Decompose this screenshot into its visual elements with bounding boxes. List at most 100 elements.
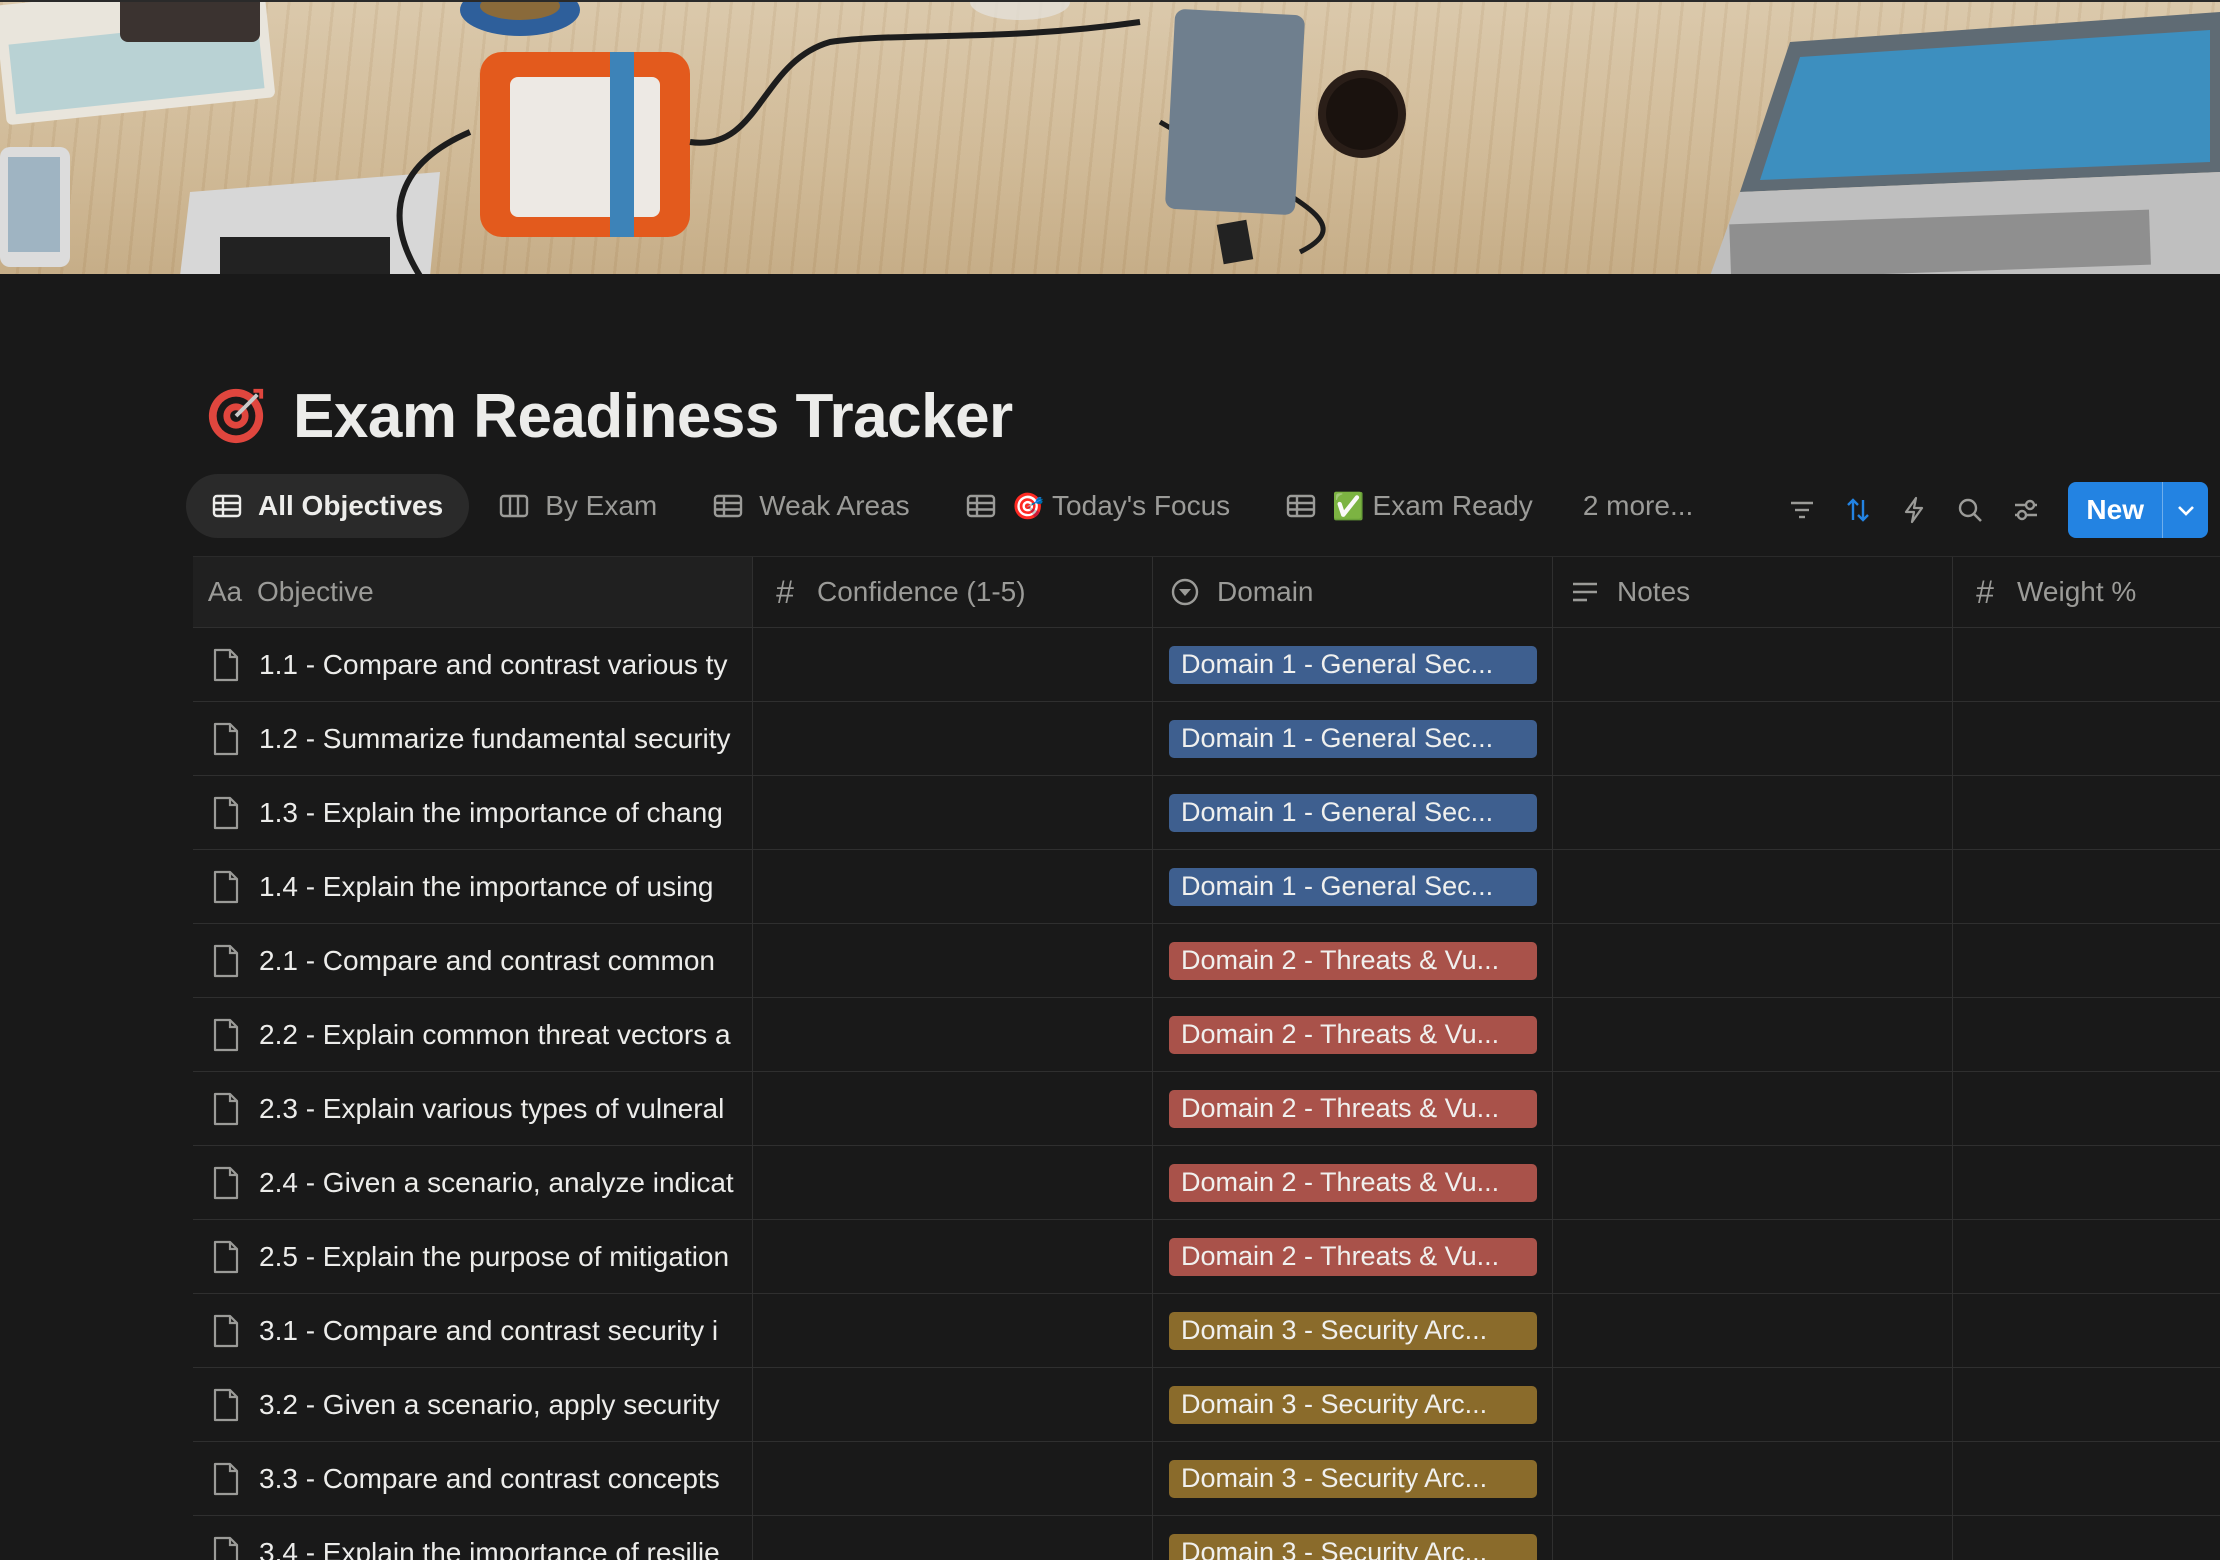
column-header-domain[interactable]: Domain [1153,557,1553,627]
cell-objective[interactable]: 2.5 - Explain the purpose of mitigation [193,1220,753,1293]
cell-objective[interactable]: 3.2 - Given a scenario, apply security [193,1368,753,1441]
cell-notes[interactable] [1553,1368,1953,1441]
table-row[interactable]: 1.3 - Explain the importance of chang Dom… [193,776,2220,850]
cell-domain[interactable]: Domain 3 - Security Arc... [1153,1368,1553,1441]
search-button[interactable] [1942,482,1998,538]
cell-weight[interactable] [1953,1220,2220,1293]
cell-weight[interactable] [1953,850,2220,923]
column-label: Objective [257,576,374,607]
table-row[interactable]: 2.1 - Compare and contrast common Domain … [193,924,2220,998]
target-icon[interactable] [205,385,267,447]
cell-notes[interactable] [1553,1220,1953,1293]
settings-button[interactable] [1998,482,2054,538]
cell-objective[interactable]: 2.1 - Compare and contrast common [193,924,753,997]
cell-weight[interactable] [1953,1442,2220,1515]
new-button-label[interactable]: New [2068,482,2162,538]
cell-confidence[interactable] [753,1516,1153,1560]
cell-domain[interactable]: Domain 3 - Security Arc... [1153,1294,1553,1367]
column-header-objective[interactable]: Aa Objective [193,557,753,627]
tab-by-exam[interactable]: By Exam [473,474,683,538]
cell-confidence[interactable] [753,998,1153,1071]
cell-notes[interactable] [1553,628,1953,701]
tab-weak-areas[interactable]: Weak Areas [687,474,935,538]
cell-domain[interactable]: Domain 3 - Security Arc... [1153,1516,1553,1560]
cell-notes[interactable] [1553,776,1953,849]
cell-confidence[interactable] [753,1072,1153,1145]
sort-button[interactable] [1830,482,1886,538]
cell-confidence[interactable] [753,1442,1153,1515]
cell-confidence[interactable] [753,924,1153,997]
table-row[interactable]: 3.3 - Compare and contrast concepts Domai… [193,1442,2220,1516]
table-row[interactable]: 3.2 - Given a scenario, apply security Do… [193,1368,2220,1442]
cell-notes[interactable] [1553,998,1953,1071]
cell-weight[interactable] [1953,1368,2220,1441]
page-title[interactable]: Exam Readiness Tracker [293,381,1013,452]
cell-confidence[interactable] [753,1220,1153,1293]
cell-domain[interactable]: Domain 2 - Threats & Vu... [1153,998,1553,1071]
cell-objective[interactable]: 3.3 - Compare and contrast concepts [193,1442,753,1515]
cell-objective[interactable]: 2.3 - Explain various types of vulneral [193,1072,753,1145]
cell-objective[interactable]: 1.3 - Explain the importance of chang [193,776,753,849]
cell-weight[interactable] [1953,776,2220,849]
cell-notes[interactable] [1553,924,1953,997]
table-row[interactable]: 2.5 - Explain the purpose of mitigation D… [193,1220,2220,1294]
table-row[interactable]: 3.1 - Compare and contrast security i Dom… [193,1294,2220,1368]
cell-notes[interactable] [1553,1516,1953,1560]
new-dropdown[interactable] [2162,482,2208,538]
cell-domain[interactable]: Domain 1 - General Sec... [1153,850,1553,923]
cell-notes[interactable] [1553,1072,1953,1145]
cell-domain[interactable]: Domain 3 - Security Arc... [1153,1442,1553,1515]
cell-confidence[interactable] [753,1146,1153,1219]
cell-notes[interactable] [1553,850,1953,923]
tab-all-objectives[interactable]: All Objectives [186,474,470,538]
cell-confidence[interactable] [753,1368,1153,1441]
cell-domain[interactable]: Domain 2 - Threats & Vu... [1153,1146,1553,1219]
cell-objective[interactable]: 2.2 - Explain common threat vectors a [193,998,753,1071]
cell-objective[interactable]: 1.1 - Compare and contrast various ty [193,628,753,701]
cell-domain[interactable]: Domain 1 - General Sec... [1153,702,1553,775]
table-row[interactable]: 2.2 - Explain common threat vectors a Dom… [193,998,2220,1072]
column-header-weight[interactable]: # Weight % [1953,557,2220,627]
cell-objective[interactable]: 2.4 - Given a scenario, analyze indicat [193,1146,753,1219]
cell-notes[interactable] [1553,702,1953,775]
cell-objective[interactable]: 3.1 - Compare and contrast security i [193,1294,753,1367]
cell-weight[interactable] [1953,1072,2220,1145]
cell-weight[interactable] [1953,628,2220,701]
cell-objective[interactable]: 3.4 - Explain the importance of resilie [193,1516,753,1560]
new-button[interactable]: New [2068,482,2208,538]
table-row[interactable]: 1.2 - Summarize fundamental security Doma… [193,702,2220,776]
cell-weight[interactable] [1953,1294,2220,1367]
cell-weight[interactable] [1953,1516,2220,1560]
cell-weight[interactable] [1953,1146,2220,1219]
cell-domain[interactable]: Domain 1 - General Sec... [1153,776,1553,849]
tab-exam-ready[interactable]: ✅ Exam Ready [1260,474,1559,538]
table-row[interactable]: 1.1 - Compare and contrast various ty Dom… [193,628,2220,702]
cell-objective[interactable]: 1.4 - Explain the importance of using [193,850,753,923]
cell-domain[interactable]: Domain 2 - Threats & Vu... [1153,924,1553,997]
cell-confidence[interactable] [753,1294,1153,1367]
table-row[interactable]: 2.3 - Explain various types of vulneral D… [193,1072,2220,1146]
column-header-confidence[interactable]: # Confidence (1-5) [753,557,1153,627]
column-header-notes[interactable]: Notes [1553,557,1953,627]
cell-notes[interactable] [1553,1442,1953,1515]
table-row[interactable]: 2.4 - Given a scenario, analyze indicat D… [193,1146,2220,1220]
cell-domain[interactable]: Domain 2 - Threats & Vu... [1153,1220,1553,1293]
cell-confidence[interactable] [753,850,1153,923]
cell-weight[interactable] [1953,998,2220,1071]
cell-weight[interactable] [1953,702,2220,775]
cell-objective[interactable]: 1.2 - Summarize fundamental security [193,702,753,775]
cell-notes[interactable] [1553,1146,1953,1219]
cell-domain[interactable]: Domain 1 - General Sec... [1153,628,1553,701]
tab-more[interactable]: 2 more... [1563,474,1713,538]
table-row[interactable]: 1.4 - Explain the importance of using Dom… [193,850,2220,924]
table-row[interactable]: 3.4 - Explain the importance of resilie D… [193,1516,2220,1560]
tab-todays-focus[interactable]: 🎯 Today's Focus [940,474,1256,538]
cell-domain[interactable]: Domain 2 - Threats & Vu... [1153,1072,1553,1145]
cell-confidence[interactable] [753,628,1153,701]
cell-confidence[interactable] [753,702,1153,775]
cell-notes[interactable] [1553,1294,1953,1367]
cell-weight[interactable] [1953,924,2220,997]
automation-button[interactable] [1886,482,1942,538]
filter-button[interactable] [1774,482,1830,538]
cell-confidence[interactable] [753,776,1153,849]
